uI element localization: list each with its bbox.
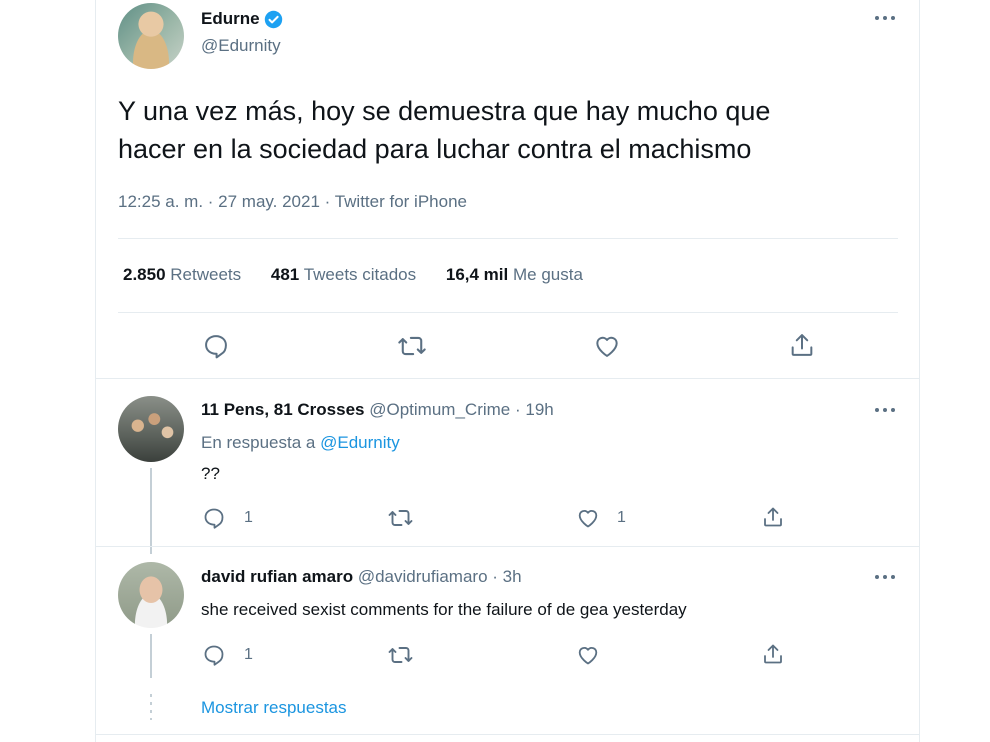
thread-dots (150, 694, 152, 720)
tweet-text: Y una vez más, hoy se demuestra que hay … (118, 92, 770, 168)
tweet-meta[interactable]: 12:25 a. m. · 27 may. 2021 · Twitter for… (118, 192, 467, 212)
verified-badge-icon (264, 10, 283, 29)
divider (118, 238, 898, 239)
author-handle[interactable]: @Edurnity (201, 36, 281, 56)
quotes-count: 481 (270, 265, 300, 284)
retweets-label: Retweets (170, 265, 242, 284)
retweet-icon[interactable] (387, 643, 414, 667)
tweet-text-line-1: Y una vez más, hoy se demuestra que hay … (118, 96, 771, 126)
share-icon[interactable] (788, 331, 816, 359)
retweets-count: 2.850 (123, 265, 166, 284)
reply-handle[interactable]: @davidrufiamaro (358, 567, 488, 586)
retweet-icon[interactable] (387, 506, 414, 530)
retweet-icon[interactable] (397, 332, 427, 360)
reply-icon[interactable] (202, 643, 226, 667)
reply-avatar[interactable] (118, 562, 184, 628)
more-options-icon[interactable] (874, 13, 898, 23)
more-options-icon[interactable] (874, 405, 898, 415)
like-icon[interactable] (576, 643, 600, 667)
reply-avatar[interactable] (118, 396, 184, 462)
divider (118, 312, 898, 313)
author-avatar[interactable] (118, 3, 184, 69)
thread-line (150, 468, 152, 554)
reply-text: ?? (201, 464, 220, 483)
tweet-column: Edurne @Edurnity Y una vez más, hoy se d… (95, 0, 920, 742)
quotes-label: Tweets citados (303, 265, 417, 284)
show-replies-link[interactable]: Mostrar respuestas (201, 698, 347, 718)
like-icon[interactable] (576, 506, 600, 530)
author-name[interactable]: Edurne (201, 9, 260, 29)
tweet-text-line-2: hacer en la sociedad para luchar contra … (118, 134, 752, 164)
quotes-stat[interactable]: 481 Tweets citados (271, 265, 421, 284)
reply-author-name[interactable]: david rufian amaro (201, 567, 353, 586)
retweets-stat[interactable]: 2.850 Retweets (123, 265, 246, 284)
share-icon[interactable] (761, 642, 785, 666)
like-count: 1 (617, 509, 626, 526)
reply-to-label: En respuesta a (201, 433, 316, 452)
share-icon[interactable] (761, 505, 785, 529)
reply-time[interactable]: · 3h (492, 567, 521, 586)
reply-count: 1 (244, 509, 253, 526)
divider (96, 734, 919, 735)
tweet-stats: 2.850 Retweets 481 Tweets citados 16,4 m… (123, 265, 583, 285)
divider (96, 378, 919, 379)
likes-count: 16,4 mil (445, 265, 509, 284)
likes-stat[interactable]: 16,4 mil Me gusta (446, 265, 583, 284)
reply-icon[interactable] (202, 506, 226, 530)
divider (96, 546, 919, 547)
more-options-icon[interactable] (874, 572, 898, 582)
reply-time[interactable]: · 19h (515, 400, 554, 419)
thread-line (150, 634, 152, 678)
like-icon[interactable] (593, 332, 621, 360)
reply-icon[interactable] (202, 332, 230, 360)
reply-text: she received sexist comments for the fai… (201, 600, 687, 619)
reply-handle[interactable]: @Optimum_Crime (369, 400, 510, 419)
likes-label: Me gusta (512, 265, 583, 284)
reply-count: 1 (244, 646, 253, 663)
reply-to-mention[interactable]: @Edurnity (320, 433, 400, 452)
reply-author-name[interactable]: 11 Pens, 81 Crosses (201, 400, 365, 419)
